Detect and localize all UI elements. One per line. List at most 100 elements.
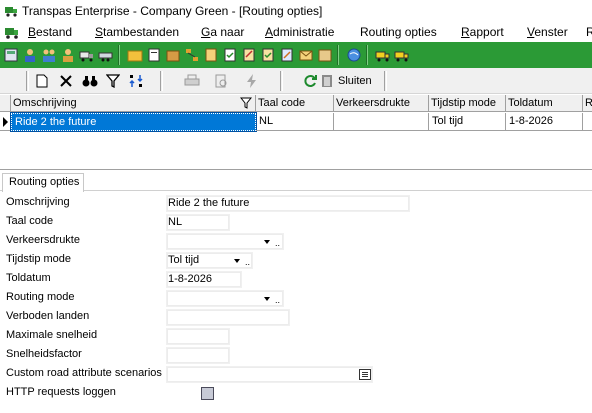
print-preview-icon[interactable] xyxy=(211,71,231,91)
toolbar-separator xyxy=(337,45,339,65)
column-filter-icon[interactable] xyxy=(240,97,252,109)
menu-bestand[interactable]: Bestand xyxy=(28,25,72,39)
document-truck-icon[interactable] xyxy=(4,24,20,40)
checklist-icon[interactable] xyxy=(222,47,238,63)
label-snelheidsfactor: Snelheidsfactor xyxy=(6,348,82,360)
toolbar-grip xyxy=(160,71,163,91)
detail-tabs: Routing opties xyxy=(0,172,592,192)
cell-omschrijving[interactable]: Ride 2 the future xyxy=(10,112,257,132)
documents-icon[interactable] xyxy=(146,47,162,63)
http-requests-loggen-checkbox[interactable] xyxy=(201,387,214,400)
column-header-toldatum[interactable]: Toldatum xyxy=(506,95,583,112)
omschrijving-field[interactable]: Ride 2 the future xyxy=(166,195,410,212)
edit-list-icon[interactable] xyxy=(241,47,257,63)
binoculars-icon[interactable] xyxy=(80,71,100,91)
label-verkeersdrukte: Verkeersdrukte xyxy=(6,234,80,246)
verboden-landen-field[interactable] xyxy=(166,309,290,326)
tijdstip-mode-select[interactable]: Tol tijd .. xyxy=(166,252,253,269)
maximale-snelheid-field[interactable] xyxy=(166,328,230,345)
more-dots-icon[interactable]: .. xyxy=(275,239,280,248)
users-icon[interactable] xyxy=(41,47,57,63)
record-toolbar: Sluiten xyxy=(0,68,592,94)
filter-icon[interactable] xyxy=(103,71,123,91)
folder-icon[interactable] xyxy=(127,47,143,63)
green-toolbar xyxy=(0,42,592,68)
routing-mode-select[interactable]: .. xyxy=(166,290,284,307)
label-http-requests-loggen: HTTP requests loggen xyxy=(6,386,116,398)
tab-routing-opties[interactable]: Routing opties xyxy=(2,173,84,192)
label-routing-mode: Routing mode xyxy=(6,291,75,303)
archive-icon[interactable] xyxy=(317,47,333,63)
new-document-icon[interactable] xyxy=(32,71,52,91)
chevron-down-icon[interactable] xyxy=(264,297,270,301)
approve-list-icon[interactable] xyxy=(260,47,276,63)
taal-code-field[interactable]: NL xyxy=(166,214,230,231)
clipboard-icon[interactable] xyxy=(203,47,219,63)
mail-icon[interactable] xyxy=(298,47,314,63)
verkeersdrukte-select[interactable]: .. xyxy=(166,233,284,250)
label-omschrijving: Omschrijving xyxy=(6,196,70,208)
menu-administratie[interactable]: Administratie xyxy=(265,25,334,39)
package-icon[interactable] xyxy=(165,47,181,63)
column-header-r[interactable]: R xyxy=(583,95,592,112)
toldatum-field[interactable]: 1-8-2026 xyxy=(166,271,242,288)
routing-grid: Omschrijving Taal code Verkeersdrukte Ti… xyxy=(0,95,592,170)
contacts-icon[interactable] xyxy=(60,47,76,63)
delete-icon[interactable] xyxy=(56,71,76,91)
more-dots-icon[interactable]: .. xyxy=(275,296,280,305)
toolbar-separator xyxy=(366,45,368,65)
label-taal-code: Taal code xyxy=(6,215,54,227)
cell-verkeersdrukte[interactable] xyxy=(334,113,429,131)
toolbar-separator xyxy=(118,45,120,65)
custom-road-attribute-field[interactable] xyxy=(166,366,373,383)
menu-rapport[interactable]: Rapport xyxy=(461,25,504,39)
label-custom-road-attribute-scenarios: Custom road attribute scenarios xyxy=(6,367,162,379)
column-header-taal-code[interactable]: Taal code xyxy=(256,95,334,112)
menu-routing-opties[interactable]: Routing opties xyxy=(360,25,437,39)
column-header-verkeersdrukte[interactable]: Verkeersdrukte xyxy=(334,95,429,112)
door-icon xyxy=(322,75,332,87)
label-tijdstip-mode: Tijdstip mode xyxy=(6,253,72,265)
column-header-omschrijving[interactable]: Omschrijving xyxy=(11,95,256,112)
more-dots-icon[interactable]: .. xyxy=(245,258,250,267)
label-verboden-landen: Verboden landen xyxy=(6,310,90,322)
menu-ga-naar[interactable]: Ga naar xyxy=(201,25,244,39)
globe-icon[interactable] xyxy=(346,47,362,63)
snelheidsfactor-field[interactable] xyxy=(166,347,230,364)
label-toldatum: Toldatum xyxy=(6,272,51,284)
list-picker-icon[interactable] xyxy=(359,369,371,380)
label-maximale-snelheid: Maximale snelheid xyxy=(6,329,98,341)
yellow-truck-icon[interactable] xyxy=(375,47,391,63)
cell-r[interactable] xyxy=(583,113,592,131)
column-header-tijdstip-mode[interactable]: Tijdstip mode xyxy=(429,95,506,112)
chevron-down-icon[interactable] xyxy=(264,240,270,244)
edit-document-icon[interactable] xyxy=(279,47,295,63)
trailer-icon[interactable] xyxy=(98,47,114,63)
table-row[interactable]: Ride 2 the future NL Tol tijd 1-8-2026 xyxy=(0,112,592,132)
close-button[interactable]: Sluiten xyxy=(302,71,372,91)
menu-r[interactable]: R xyxy=(586,25,592,39)
network-icon[interactable] xyxy=(184,47,200,63)
cell-taal-code[interactable]: NL xyxy=(256,113,334,131)
cell-tijdstip-mode[interactable]: Tol tijd xyxy=(429,113,506,131)
truck-icon[interactable] xyxy=(79,47,95,63)
menu-bar: Bestand Stambestanden Ga naar Administra… xyxy=(0,22,592,42)
cell-toldatum[interactable]: 1-8-2026 xyxy=(506,113,583,131)
app-truck-icon xyxy=(5,7,17,17)
user-icon[interactable] xyxy=(22,47,38,63)
toolbar-grip xyxy=(384,71,387,91)
lightning-icon[interactable] xyxy=(242,71,262,91)
menu-stambestanden[interactable]: Stambestanden xyxy=(95,25,179,39)
toolbar-grip xyxy=(280,71,283,91)
grid-corner xyxy=(0,95,11,112)
calculator-icon[interactable] xyxy=(3,47,19,63)
sort-icon[interactable] xyxy=(126,71,146,91)
title-bar: Transpas Enterprise - Company Green - [R… xyxy=(0,0,592,22)
routing-form: Omschrijving Ride 2 the future Taal code… xyxy=(0,192,592,413)
print-icon[interactable] xyxy=(182,71,202,91)
yellow-truck-2-icon[interactable] xyxy=(394,47,410,63)
menu-venster[interactable]: Venster xyxy=(527,25,568,39)
grid-header: Omschrijving Taal code Verkeersdrukte Ti… xyxy=(0,95,592,112)
close-button-label: Sluiten xyxy=(338,75,372,87)
chevron-down-icon[interactable] xyxy=(234,259,240,263)
